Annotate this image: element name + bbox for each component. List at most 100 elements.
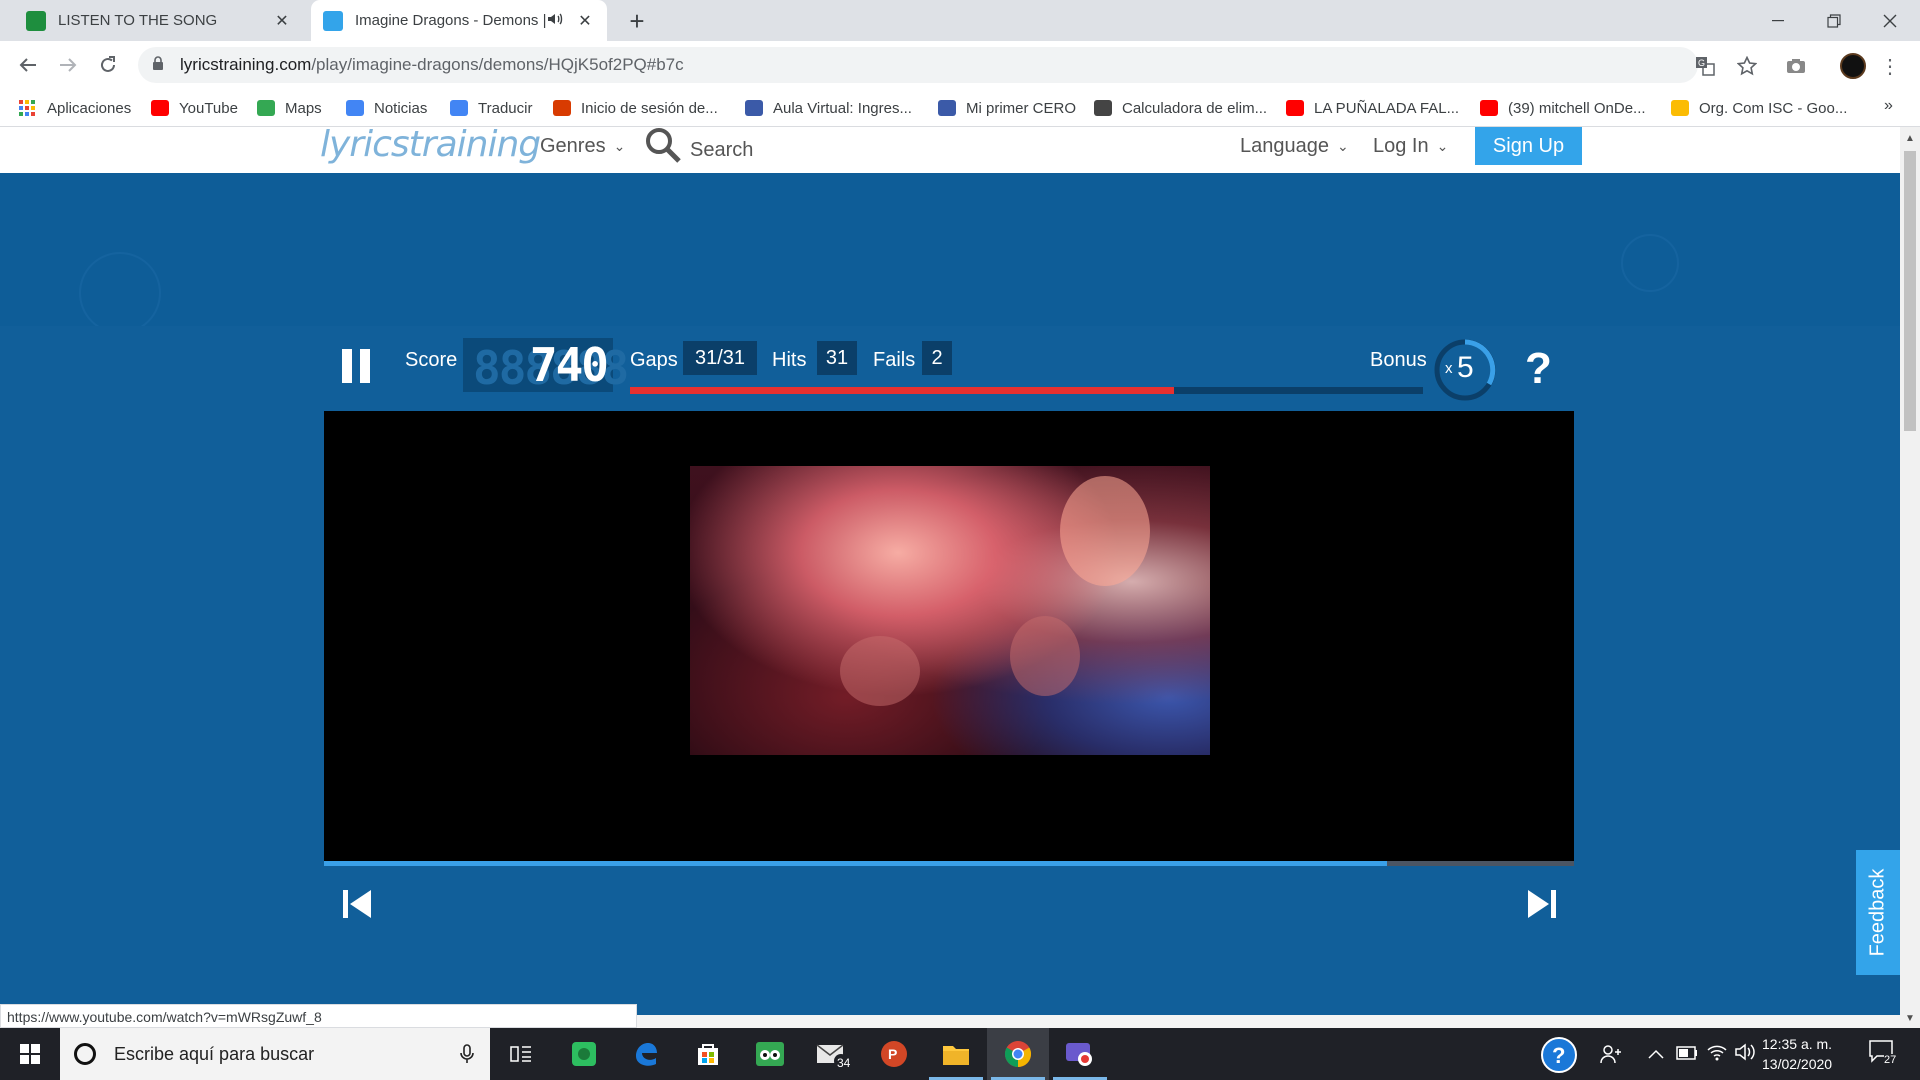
bookmark-mi-primer-cero[interactable]: Mi primer CERO [938,97,1076,119]
close-icon[interactable]: ✕ [573,9,597,33]
bookmarks-bar: Aplicaciones YouTube Maps Noticias Tradu… [0,89,1920,127]
scrollbar-thumb[interactable] [1904,151,1916,431]
gaps-value: 31/31 [683,341,757,375]
more-bookmarks-chevron-icon[interactable]: » [1884,97,1893,115]
scroll-up-arrow-icon[interactable]: ▲ [1905,133,1915,144]
taskbar-search-box[interactable]: Escribe aquí para buscar [60,1028,490,1080]
task-view-icon[interactable] [490,1028,552,1080]
tab-imagine-dragons-demons[interactable]: Imagine Dragons - Demons | ✕ [311,0,607,41]
wifi-icon[interactable] [1706,1042,1728,1067]
tripadvisor-icon[interactable] [739,1028,801,1080]
page-scrollbar[interactable]: ▲ ▼ [1900,127,1920,1028]
clock-time: 12:35 a. m. [1762,1036,1833,1052]
camera-extension-icon[interactable] [1784,54,1808,78]
chrome-icon[interactable] [987,1028,1049,1080]
chevron-down-icon: ⌄ [1336,138,1349,154]
browser-menu-icon[interactable]: ⋮ [1880,53,1900,79]
notification-count: 27 [1884,1054,1897,1066]
reload-icon[interactable] [94,51,122,79]
calculator-r-icon [1094,100,1112,116]
sign-up-button[interactable]: Sign Up [1475,127,1582,165]
svg-text:?: ? [1552,1043,1565,1068]
bookmark-apps[interactable]: Aplicaciones [19,97,131,119]
speaker-icon[interactable] [547,12,565,30]
volume-icon[interactable] [1734,1042,1756,1067]
google-drive-icon [1671,100,1689,116]
people-icon[interactable] [1600,1044,1622,1069]
bookmark-calculadora[interactable]: Calculadora de elim... [1094,97,1267,119]
file-explorer-icon[interactable] [925,1028,987,1080]
score-display: 888888 740 [463,338,629,395]
gaps-label: Gaps [630,349,678,371]
close-icon[interactable]: ✕ [270,9,294,33]
bookmark-traducir[interactable]: Traducir [450,97,532,119]
mail-icon[interactable]: 34 [801,1028,863,1080]
bookmark-la-punalada[interactable]: LA PUÑALADA FAL... [1286,97,1459,119]
fails-value: 2 [922,341,952,375]
chevron-up-icon[interactable] [1648,1046,1664,1064]
window-close-icon[interactable] [1862,0,1918,41]
taskbar-search-placeholder: Escribe aquí para buscar [114,1043,315,1064]
restore-icon[interactable] [1806,0,1862,41]
new-tab-plus-icon[interactable]: + [624,6,650,36]
tab-title: Imagine Dragons - Demons | [355,12,547,29]
youtube-icon [1286,100,1304,116]
url-text[interactable]: lyricstraining.com/play/imagine-dragons/… [180,55,684,75]
evernote-icon[interactable] [553,1028,615,1080]
apps-grid-icon [19,100,37,116]
video-progress-fill [324,861,1387,866]
profile-avatar[interactable] [1840,53,1866,79]
microphone-icon[interactable] [460,1044,474,1069]
game-stage: Score 888888 740 Gaps 31/31 Hits 31 Fail… [0,173,1900,1015]
notifications-icon[interactable]: 27 [1868,1038,1908,1072]
bonus-multiplier-x: x [1445,360,1453,377]
lyrics-progress-bar [630,387,1423,394]
edge-icon[interactable] [615,1028,677,1080]
score-bar: Score 888888 740 Gaps 31/31 Hits 31 Fail… [0,328,1900,418]
forward-arrow-icon[interactable] [54,51,82,79]
windows-start-icon[interactable] [0,1028,60,1080]
bookmark-noticias[interactable]: Noticias [346,97,427,119]
cortana-icon [74,1043,96,1065]
lock-icon[interactable] [152,55,168,75]
translate-icon [450,100,468,116]
bookmark-maps[interactable]: Maps [257,97,322,119]
genres-dropdown[interactable]: Genres ⌄ [540,135,625,158]
translate-icon[interactable]: G [1693,54,1717,78]
address-bar[interactable]: lyricstraining.com/play/imagine-dragons/… [138,47,1698,83]
video-frame[interactable] [690,466,1210,755]
skip-previous-icon[interactable] [342,889,372,919]
bookmark-org-com-isc[interactable]: Org. Com ISC - Goo... [1671,97,1847,119]
battery-icon[interactable] [1676,1046,1698,1065]
powerpoint-icon[interactable]: P [863,1028,925,1080]
bookmark-star-icon[interactable] [1735,54,1759,78]
tab-listen-to-the-song[interactable]: LISTEN TO THE SONG ✕ [14,0,304,41]
minimize-icon[interactable] [1750,0,1806,41]
scroll-down-arrow-icon[interactable]: ▼ [1905,1013,1915,1024]
bookmark-mitchell[interactable]: (39) mitchell OnDe... [1480,97,1646,119]
help-question-icon[interactable]: ? [1525,344,1552,394]
bookmark-youtube[interactable]: YouTube [151,97,238,119]
help-circle-icon[interactable]: ? [1540,1036,1578,1079]
microsoft-store-icon[interactable] [677,1028,739,1080]
login-dropdown[interactable]: Log In ⌄ [1373,135,1448,158]
screen-recorder-icon[interactable] [1049,1028,1111,1080]
back-arrow-icon[interactable] [14,51,42,79]
search-link[interactable]: Search [644,127,753,169]
bookmark-inicio-de-sesion[interactable]: Inicio de sesión de... [553,97,718,119]
windows-taskbar: Escribe aquí para buscar 34 P ? 12:35 a.… [0,1028,1920,1080]
pause-icon[interactable] [342,349,372,383]
system-clock[interactable]: 12:35 a. m. 13/02/2020 [1762,1034,1832,1074]
university-icon [745,100,763,116]
hits-label: Hits [772,349,807,371]
mail-badge: 34 [837,1056,851,1070]
video-progress-bar[interactable] [324,861,1574,866]
language-dropdown[interactable]: Language ⌄ [1240,135,1349,158]
bonus-label: Bonus [1370,349,1427,371]
university-icon [938,100,956,116]
video-player[interactable] [324,411,1574,861]
lyricstraining-logo[interactable]: lyricstraining [320,127,541,163]
bookmark-aula-virtual[interactable]: Aula Virtual: Ingres... [745,97,912,119]
feedback-tab[interactable]: Feedback [1856,850,1900,975]
skip-next-icon[interactable] [1527,889,1557,919]
